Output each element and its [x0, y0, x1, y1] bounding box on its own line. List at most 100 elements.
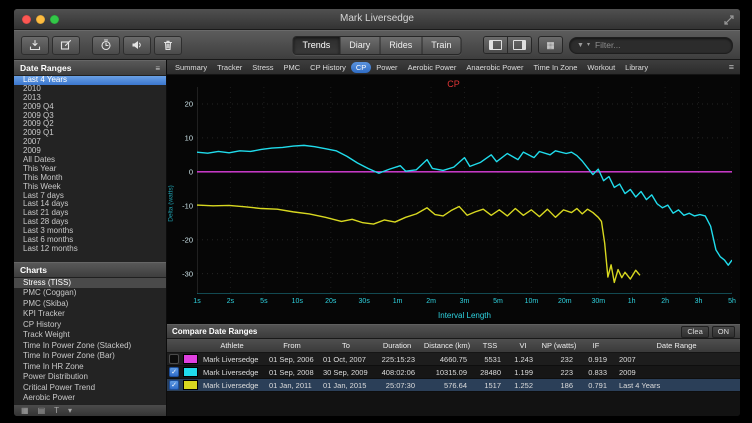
- row-checkbox[interactable]: [169, 354, 179, 364]
- sidebar-item-last-7-days[interactable]: Last 7 days: [14, 192, 166, 201]
- app-window: Mark Liversedge TrendsDiaryRidesTr: [13, 8, 741, 417]
- sidebar-item-last-3-months[interactable]: Last 3 months: [14, 227, 166, 236]
- sidebar-item-aerobic-power[interactable]: Aerobic Power: [14, 393, 166, 404]
- date-ranges-list: Last 4 Years201020132009 Q42009 Q32009 Q…: [14, 76, 166, 254]
- sidebar-item-2009-q2[interactable]: 2009 Q2: [14, 120, 166, 129]
- dropdown-icon[interactable]: ▾: [68, 407, 72, 415]
- x-tick-label: 1h: [628, 298, 636, 305]
- sidebar-item-cp-history[interactable]: CP History: [14, 320, 166, 331]
- athlete-cell: Mark Liversedge: [199, 381, 265, 390]
- sidebar-item-track-weight[interactable]: Track Weight: [14, 330, 166, 341]
- series-color-swatch: [183, 354, 198, 364]
- tab-pmc[interactable]: PMC: [279, 62, 306, 73]
- segment-train[interactable]: Train: [422, 37, 460, 54]
- sidebar-left-toggle[interactable]: [484, 37, 508, 53]
- athlete-cell: Mark Liversedge: [199, 368, 265, 377]
- sidebar-item-pmc-coggan[interactable]: PMC (Coggan): [14, 288, 166, 299]
- sidebar-item-last-12-months[interactable]: Last 12 months: [14, 245, 166, 254]
- tab-stress[interactable]: Stress: [247, 62, 278, 73]
- duration-cell: 225:15:23: [373, 355, 421, 364]
- sidebar-item-all-dates[interactable]: All Dates: [14, 156, 166, 165]
- segment-rides[interactable]: Rides: [380, 37, 422, 54]
- tss-cell: 5531: [473, 355, 507, 364]
- sidebar-item-2009-q1[interactable]: 2009 Q1: [14, 129, 166, 138]
- table-row[interactable]: Mark Liversedge01 Sep, 200601 Oct, 20072…: [167, 353, 740, 366]
- tab-power[interactable]: Power: [371, 62, 402, 73]
- sidebar-item-stress-tiss[interactable]: Stress (TISS): [14, 278, 166, 289]
- grid-icon[interactable]: ▦: [21, 407, 29, 415]
- tile-view-button[interactable]: ▦: [538, 36, 563, 54]
- table-row[interactable]: ✓Mark Liversedge01 Sep, 200830 Sep, 2009…: [167, 366, 740, 379]
- delete-button[interactable]: [154, 36, 182, 55]
- tab-tracker[interactable]: Tracker: [212, 62, 247, 73]
- segment-diary[interactable]: Diary: [340, 37, 380, 54]
- sidebar-item-pmc-skiba[interactable]: PMC (Skiba): [14, 299, 166, 310]
- sidebar-item-critical-power-trend[interactable]: Critical Power Trend: [14, 383, 166, 394]
- sidebar-item-time-in-power-zone-stacked[interactable]: Time In Power Zone (Stacked): [14, 341, 166, 352]
- sidebar-item-last-21-days[interactable]: Last 21 days: [14, 209, 166, 218]
- sidebar-item-2010[interactable]: 2010: [14, 85, 166, 94]
- filter-field[interactable]: ▼ ▾: [569, 37, 733, 54]
- chart-panel: CP Delta (watts) 20100-10-20-30 1s2s5s10…: [167, 75, 740, 324]
- swatch-cell: [181, 380, 199, 390]
- tab-library[interactable]: Library: [620, 62, 653, 73]
- series-last-4-years: [197, 205, 640, 282]
- sidebar-item-last-6-months[interactable]: Last 6 months: [14, 236, 166, 245]
- segment-trends[interactable]: Trends: [294, 37, 341, 54]
- tab-anaerobic-power[interactable]: Anaerobic Power: [461, 62, 528, 73]
- sidebar-item-kpi-tracker[interactable]: KPI Tracker: [14, 309, 166, 320]
- y-tick-label: -20: [182, 235, 193, 244]
- plot-area[interactable]: [197, 87, 732, 294]
- x-tick-label: 3m: [460, 298, 470, 305]
- zoom-button[interactable]: [50, 15, 59, 24]
- sidebar-item-this-month[interactable]: This Month: [14, 174, 166, 183]
- sidebar-item-power-distribution[interactable]: Power Distribution: [14, 372, 166, 383]
- timer-button[interactable]: [92, 36, 120, 55]
- list-icon[interactable]: ▤: [38, 407, 46, 415]
- charts-header: Charts: [14, 262, 166, 278]
- x-tick-label: 5s: [260, 298, 267, 305]
- sidebar-item-time-in-power-zone-bar[interactable]: Time In Power Zone (Bar): [14, 351, 166, 362]
- tab-workout[interactable]: Workout: [582, 62, 620, 73]
- compose-button[interactable]: [52, 36, 80, 55]
- col-vi: VI: [507, 341, 539, 350]
- close-button[interactable]: [22, 15, 31, 24]
- download-button[interactable]: [21, 36, 49, 55]
- sidebar-item-2009-q4[interactable]: 2009 Q4: [14, 103, 166, 112]
- tab-time-in-zone[interactable]: Time In Zone: [528, 62, 582, 73]
- on-button[interactable]: ON: [712, 326, 735, 338]
- sidebar-item-last-28-days[interactable]: Last 28 days: [14, 218, 166, 227]
- row-checkbox[interactable]: ✓: [169, 380, 179, 390]
- table-row[interactable]: ✓Mark Liversedge01 Jan, 201101 Jan, 2015…: [167, 379, 740, 392]
- menu-icon[interactable]: ≡: [155, 64, 160, 73]
- sidebar-item-this-year[interactable]: This Year: [14, 165, 166, 174]
- y-tick-label: -10: [182, 201, 193, 210]
- tab-cp[interactable]: CP: [351, 62, 371, 73]
- titlebar[interactable]: Mark Liversedge: [14, 9, 740, 30]
- sidebar-item-2009-q3[interactable]: 2009 Q3: [14, 112, 166, 121]
- sidebar-item-time-in-hr-zone[interactable]: Time In HR Zone: [14, 362, 166, 373]
- sidebar-right-toggle[interactable]: [508, 37, 531, 53]
- clear-button[interactable]: Clea: [681, 326, 708, 338]
- sidebar-item-last-14-days[interactable]: Last 14 days: [14, 200, 166, 209]
- tab-cp-history[interactable]: CP History: [305, 62, 351, 73]
- tss-cell: 1517: [473, 381, 507, 390]
- from-cell: 01 Sep, 2006: [265, 355, 319, 364]
- sidebar-item-this-week[interactable]: This Week: [14, 183, 166, 192]
- fullscreen-icon[interactable]: [723, 13, 735, 25]
- minimize-button[interactable]: [36, 15, 45, 24]
- sidebar-item-2013[interactable]: 2013: [14, 94, 166, 103]
- text-icon[interactable]: T: [54, 407, 59, 415]
- tab-aerobic-power[interactable]: Aerobic Power: [403, 62, 462, 73]
- sidebar-item-2009[interactable]: 2009: [14, 147, 166, 156]
- sidebar-item-last-4-years[interactable]: Last 4 Years: [14, 76, 166, 85]
- tab-summary[interactable]: Summary: [170, 62, 212, 73]
- menu-icon[interactable]: ≡: [729, 62, 737, 72]
- y-axis-labels: 20100-10-20-30: [175, 87, 195, 294]
- sidebar-item-2007[interactable]: 2007: [14, 138, 166, 147]
- x-tick-label: 2m: [426, 298, 436, 305]
- filter-input[interactable]: [593, 39, 725, 51]
- row-checkbox[interactable]: ✓: [169, 367, 179, 377]
- cp-chart: [197, 87, 732, 294]
- audio-button[interactable]: [123, 36, 151, 55]
